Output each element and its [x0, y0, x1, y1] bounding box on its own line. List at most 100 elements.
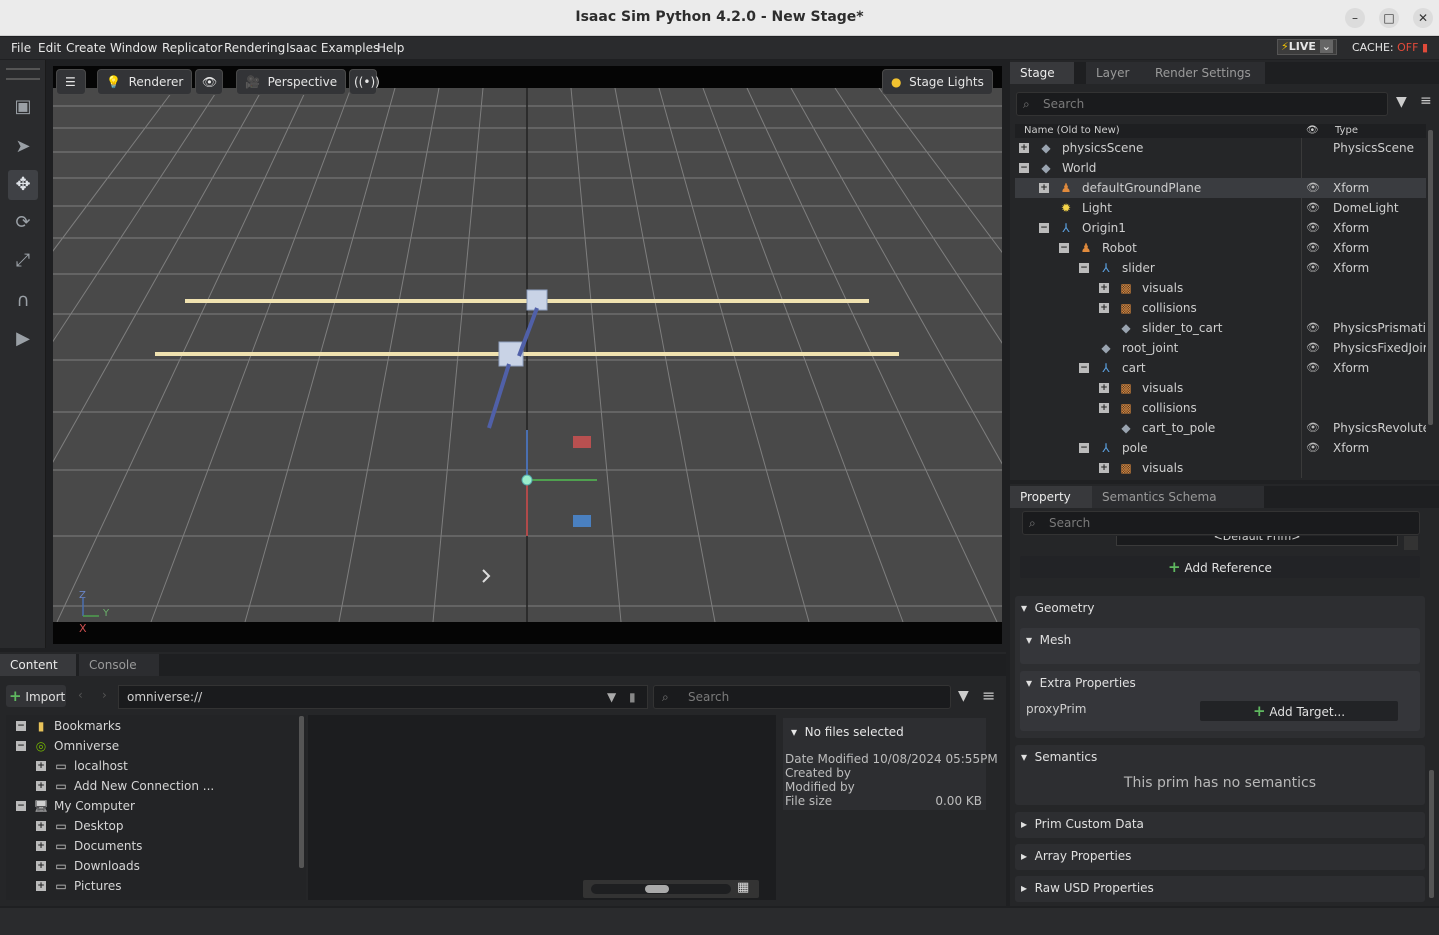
stage-tree-row[interactable]: + ▩ visuals: [1015, 278, 1426, 298]
stage-tree-row[interactable]: − ♟ Robot 👁 Xform: [1015, 238, 1426, 258]
details-header[interactable]: ▾ No files selected: [791, 725, 904, 739]
array-properties-section[interactable]: ▸ Array Properties: [1015, 844, 1425, 870]
stage-tree-row[interactable]: − ⅄ slider 👁 Xform: [1015, 258, 1426, 278]
renderer-button[interactable]: 💡 Renderer: [97, 69, 193, 95]
stage-tree-row[interactable]: + ▩ collisions: [1015, 298, 1426, 318]
raw-usd-section[interactable]: ▸ Raw USD Properties: [1015, 876, 1425, 902]
menu-replicator[interactable]: Replicator: [162, 41, 222, 55]
select-arrow-icon[interactable]: ➤: [8, 132, 38, 162]
filter-icon[interactable]: ▼: [1396, 94, 1407, 110]
prim-custom-data-section[interactable]: ▸ Prim Custom Data: [1015, 812, 1425, 838]
thumbnail-size-slider[interactable]: [591, 884, 731, 894]
snap-magnet-icon[interactable]: ∩: [8, 286, 38, 316]
menu-file[interactable]: File: [11, 41, 31, 55]
content-tree-item[interactable]: − 🖥 My Computer: [6, 796, 306, 816]
property-search-input[interactable]: ⌕ Search: [1022, 511, 1420, 535]
expand-icon[interactable]: +: [1099, 303, 1109, 313]
visibility-eye-icon[interactable]: 👁: [1305, 258, 1321, 278]
extra-properties-header[interactable]: ▾ Extra Properties: [1026, 676, 1136, 690]
stage-search-input[interactable]: ⌕ Search: [1016, 92, 1388, 116]
viewport-settings-button[interactable]: ☰: [56, 69, 86, 95]
content-tree-item[interactable]: + ▭ Downloads: [6, 856, 306, 876]
play-icon[interactable]: ▶: [8, 324, 38, 354]
default-prim-field[interactable]: <Default Prim>: [1116, 536, 1398, 546]
stage-tree-row[interactable]: + ◆ physicsScene PhysicsScene: [1015, 138, 1426, 158]
tab-layer[interactable]: Layer: [1086, 62, 1150, 84]
stage-tree-row[interactable]: ◆ root_joint 👁 PhysicsFixedJoir: [1015, 338, 1426, 358]
menu-create[interactable]: Create: [66, 41, 106, 55]
content-tree-item[interactable]: − ◎ Omniverse: [6, 736, 306, 756]
semantics-header[interactable]: ▾ Semantics: [1021, 750, 1097, 764]
content-tree-item[interactable]: + ▭ Desktop: [6, 816, 306, 836]
column-name-header[interactable]: Name (Old to New): [1024, 124, 1120, 138]
stage-tree-row[interactable]: − ⅄ Origin1 👁 Xform: [1015, 218, 1426, 238]
camera-button[interactable]: 🎥 Perspective: [236, 69, 347, 95]
content-options-icon[interactable]: ≡: [982, 686, 995, 705]
collapse-icon[interactable]: −: [1079, 363, 1089, 373]
scale-icon[interactable]: ⤢: [8, 246, 38, 276]
stage-tree-row[interactable]: − ⅄ pole 👁 Xform: [1015, 438, 1426, 458]
menu-edit[interactable]: Edit: [38, 41, 61, 55]
expand-icon[interactable]: +: [1019, 143, 1029, 153]
collapse-icon[interactable]: −: [16, 801, 26, 811]
visibility-eye-icon[interactable]: 👁: [1305, 338, 1321, 358]
column-type-header[interactable]: Type: [1335, 124, 1358, 138]
expand-icon[interactable]: +: [1099, 403, 1109, 413]
rotate-icon[interactable]: ⟳: [8, 208, 38, 238]
visibility-eye-icon[interactable]: 👁: [1305, 198, 1321, 218]
content-tree-item[interactable]: + ▭ localhost: [6, 756, 306, 776]
visibility-eye-icon[interactable]: 👁: [1305, 318, 1321, 338]
file-list-area[interactable]: [308, 715, 776, 900]
menu-isaac-examples[interactable]: Isaac Examples: [286, 41, 379, 55]
filter-icon[interactable]: ▼: [958, 688, 969, 704]
mesh-header[interactable]: ▾ Mesh: [1026, 633, 1071, 647]
viewport[interactable]: Z Y X ☰ 💡 Renderer 👁 🎥 Perspective ((•))…: [53, 66, 1002, 644]
stage-tree-row[interactable]: − ◆ World: [1015, 158, 1426, 178]
content-search-input[interactable]: ⌕ Search: [653, 685, 951, 709]
live-button[interactable]: ⚡LIVE ⌄: [1277, 39, 1337, 55]
stage-scrollbar[interactable]: [1428, 130, 1433, 425]
grid-view-icon[interactable]: ▦: [737, 880, 749, 895]
content-tree-item[interactable]: − ▮ Bookmarks: [6, 716, 306, 736]
display-options-button[interactable]: 👁: [195, 69, 223, 95]
collapse-icon[interactable]: −: [16, 721, 26, 731]
content-tree-scrollbar[interactable]: [299, 716, 304, 868]
collapse-icon[interactable]: −: [1059, 243, 1069, 253]
geometry-header[interactable]: ▾ Geometry: [1021, 601, 1095, 615]
stage-tree-row[interactable]: ✹ Light 👁 DomeLight: [1015, 198, 1426, 218]
expand-icon[interactable]: +: [36, 861, 46, 871]
visibility-eye-icon[interactable]: 👁: [1305, 238, 1321, 258]
chevron-down-icon[interactable]: ▼: [607, 686, 616, 708]
import-button[interactable]: + Import: [6, 685, 66, 707]
tab-property[interactable]: Property: [1010, 486, 1092, 508]
menu-window[interactable]: Window: [110, 41, 157, 55]
stage-options-icon[interactable]: ≡: [1420, 93, 1432, 109]
add-reference-button[interactable]: + Add Reference: [1020, 556, 1420, 578]
stage-tree-row[interactable]: + ▩ visuals: [1015, 458, 1426, 478]
tab-content[interactable]: Content: [0, 654, 76, 676]
maximize-icon[interactable]: □: [1379, 8, 1399, 28]
path-input[interactable]: omniverse:// ▼ ▮: [118, 685, 648, 709]
move-icon[interactable]: ✥: [8, 170, 38, 200]
visibility-eye-icon[interactable]: 👁: [1305, 178, 1321, 198]
visibility-eye-icon[interactable]: 👁: [1305, 418, 1321, 438]
content-tree-item[interactable]: + ▭ Add New Connection ...: [6, 776, 306, 796]
collapse-icon[interactable]: −: [1079, 263, 1089, 273]
tab-console[interactable]: Console: [79, 654, 159, 676]
expand-icon[interactable]: +: [36, 841, 46, 851]
visibility-eye-icon[interactable]: 👁: [1305, 438, 1321, 458]
array-properties-header[interactable]: ▸ Array Properties: [1021, 849, 1131, 863]
visibility-eye-icon[interactable]: 👁: [1305, 218, 1321, 238]
collapse-icon[interactable]: −: [1039, 223, 1049, 233]
prim-custom-data-header[interactable]: ▸ Prim Custom Data: [1021, 817, 1144, 831]
content-tree-item[interactable]: + ▭ Documents: [6, 836, 306, 856]
live-sync-button[interactable]: ((•)): [349, 69, 380, 95]
expand-icon[interactable]: +: [1099, 283, 1109, 293]
menu-rendering[interactable]: Rendering: [224, 41, 285, 55]
slider-thumb[interactable]: [645, 885, 669, 893]
stage-lights-button[interactable]: ● Stage Lights: [882, 69, 993, 95]
expand-icon[interactable]: +: [36, 821, 46, 831]
tab-semantics-schema-editor[interactable]: Semantics Schema Editor: [1092, 486, 1264, 526]
minimize-icon[interactable]: –: [1345, 8, 1365, 28]
stage-tree-row[interactable]: − ⅄ cart 👁 Xform: [1015, 358, 1426, 378]
